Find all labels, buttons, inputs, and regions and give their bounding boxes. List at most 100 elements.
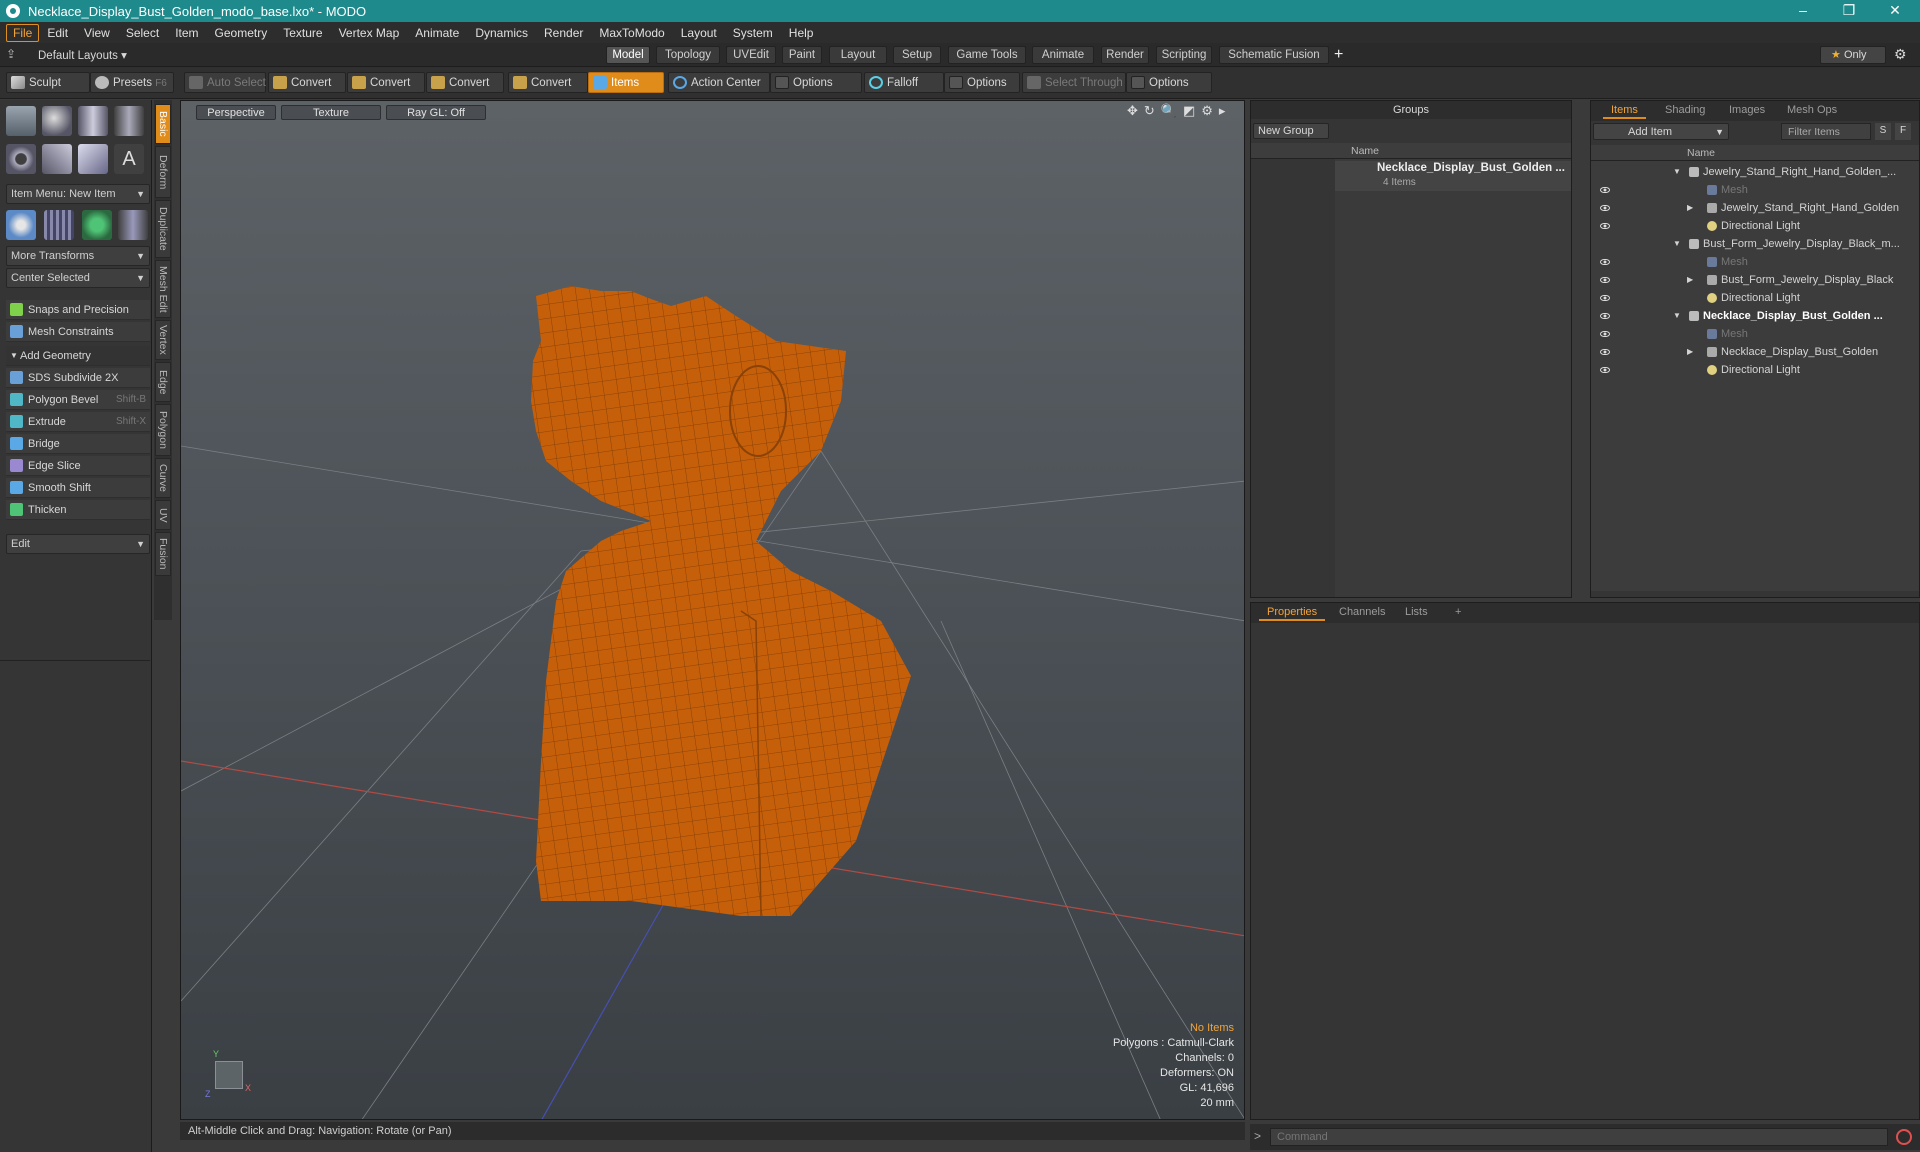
menu-edit[interactable]: Edit [39,24,76,42]
visibility-eye-icon[interactable] [1600,259,1610,265]
close-button[interactable]: ✕ [1872,0,1918,22]
expand-right-icon[interactable]: ▶ [1687,343,1693,361]
f-toggle[interactable]: F [1895,123,1911,140]
tool-polygon-bevel[interactable]: Polygon Bevel Shift-B [6,390,150,410]
tool-smooth-shift[interactable]: Smooth Shift [6,478,150,498]
tab-animate[interactable]: Animate [1032,46,1094,64]
tab-channels[interactable]: Channels [1331,603,1393,621]
item-row[interactable]: Directional Light [1591,217,1919,235]
sculpt-button[interactable]: Sculpt [6,72,90,93]
text-tool-icon[interactable]: A [114,144,144,174]
convert-edge-button[interactable]: Convert [347,72,425,93]
vtab-basic[interactable]: Basic [155,104,171,144]
vtab-duplicate[interactable]: Duplicate [155,200,171,258]
convert-item-button[interactable]: Convert [508,72,588,93]
tool-sds-subdivide-2x[interactable]: SDS Subdivide 2X [6,368,150,388]
item-row[interactable]: Mesh [1591,325,1919,343]
minimize-button[interactable]: – [1780,0,1826,22]
convert-vertex-button[interactable]: Convert [268,72,346,93]
visibility-eye-icon[interactable] [1600,277,1610,283]
tab-render[interactable]: Render [1101,46,1149,64]
tab-model[interactable]: Model [606,46,650,64]
s-toggle[interactable]: S [1875,123,1891,140]
only-toggle[interactable]: ★ Only [1820,46,1886,64]
bust-mesh[interactable] [531,286,911,917]
item-row[interactable]: ▼ Necklace_Display_Bust_Golden ... [1591,307,1919,325]
menu-view[interactable]: View [76,24,118,42]
visibility-eye-icon[interactable] [1600,367,1610,373]
visibility-eye-icon[interactable] [1600,331,1610,337]
expand-down-icon[interactable]: ▼ [1673,235,1681,253]
vtab-deform[interactable]: Deform [155,146,171,198]
select-through-button[interactable]: Select Through [1022,72,1126,93]
tab-properties[interactable]: Properties [1259,603,1326,621]
add-geometry-header[interactable]: ▼ Add Geometry [6,346,150,366]
action-center-button[interactable]: Action Center [668,72,770,93]
options-button-2[interactable]: Options [944,72,1020,93]
falloff-button[interactable]: Falloff [864,72,944,93]
vtab-edge[interactable]: Edge [155,362,171,402]
layout-icon[interactable]: ⇪ [6,47,16,61]
vtab-fusion[interactable]: Fusion [155,532,171,576]
vtab-curve[interactable]: Curve [155,458,171,498]
menu-render[interactable]: Render [536,24,591,42]
add-tab-button[interactable]: + [1447,603,1469,621]
more-transforms-dropdown[interactable]: More Transforms ▼ [6,246,150,266]
options-button-3[interactable]: Options [1126,72,1212,93]
menu-system[interactable]: System [725,24,781,42]
item-row[interactable]: Directional Light [1591,361,1919,379]
item-menu-dropdown[interactable]: Item Menu: New Item ▼ [6,184,150,204]
vtab-mesh-edit[interactable]: Mesh Edit [155,260,171,318]
tab-layout[interactable]: Layout [829,46,887,64]
tab-setup[interactable]: Setup [893,46,941,64]
tab-items[interactable]: Items [1603,101,1646,119]
menu-vertex-map[interactable]: Vertex Map [331,24,408,42]
tab-schematic-fusion[interactable]: Schematic Fusion [1219,46,1329,64]
cylinder-primitive-icon[interactable] [78,106,108,136]
edit-dropdown[interactable]: Edit ▼ [6,534,150,554]
menu-layout[interactable]: Layout [673,24,725,42]
visibility-eye-icon[interactable] [1600,313,1610,319]
tab-images[interactable]: Images [1721,101,1773,119]
tab-topology[interactable]: Topology [656,46,720,64]
menu-dynamics[interactable]: Dynamics [467,24,536,42]
gear-icon[interactable]: ⚙ [1894,46,1907,63]
cone-primitive-icon[interactable] [114,106,144,136]
visibility-eye-icon[interactable] [1600,349,1610,355]
convert-polygon-button[interactable]: Convert [426,72,504,93]
maximize-button[interactable]: ❐ [1826,0,1872,22]
new-group-button[interactable]: New Group [1253,123,1329,139]
tab-paint[interactable]: Paint [782,46,822,64]
item-row[interactable]: ▶ Jewelry_Stand_Right_Hand_Golden [1591,199,1919,217]
menu-maxtomodo[interactable]: MaxToModo [591,24,672,42]
item-row[interactable]: ▼ Jewelry_Stand_Right_Hand_Golden_... [1591,163,1919,181]
tab-shading[interactable]: Shading [1657,101,1713,119]
group-row[interactable]: Necklace_Display_Bust_Golden ... 4 Items [1335,161,1571,191]
menu-geometry[interactable]: Geometry [207,24,276,42]
globe-icon[interactable] [82,210,112,240]
options-button-1[interactable]: Options [770,72,862,93]
transform-icon[interactable] [6,210,36,240]
tool-thicken[interactable]: Thicken [6,500,150,520]
tool-extrude[interactable]: Extrude Shift-X [6,412,150,432]
item-row[interactable]: ▶ Necklace_Display_Bust_Golden [1591,343,1919,361]
menu-select[interactable]: Select [118,24,167,42]
add-item-button[interactable]: Add Item ▼ [1593,123,1729,140]
mesh-constraints-button[interactable]: Mesh Constraints [6,322,150,342]
auto-select-button[interactable]: Auto Select [184,72,266,93]
visibility-eye-icon[interactable] [1600,205,1610,211]
grid-icon[interactable] [44,210,74,240]
item-row[interactable]: Mesh [1591,253,1919,271]
cube-primitive-icon[interactable] [6,106,36,136]
record-icon[interactable] [1896,1129,1912,1145]
add-layout-button[interactable]: + [1334,46,1343,64]
tool-edge-slice[interactable]: Edge Slice [6,456,150,476]
expand-right-icon[interactable]: ▶ [1687,199,1693,217]
filter-items-input[interactable]: Filter Items [1781,123,1871,140]
tab-game-tools[interactable]: Game Tools [948,46,1026,64]
menu-animate[interactable]: Animate [407,24,467,42]
tab-scripting[interactable]: Scripting [1156,46,1212,64]
item-row[interactable]: Mesh [1591,181,1919,199]
expand-down-icon[interactable]: ▼ [1673,163,1681,181]
vtab-vertex[interactable]: Vertex [155,320,171,360]
